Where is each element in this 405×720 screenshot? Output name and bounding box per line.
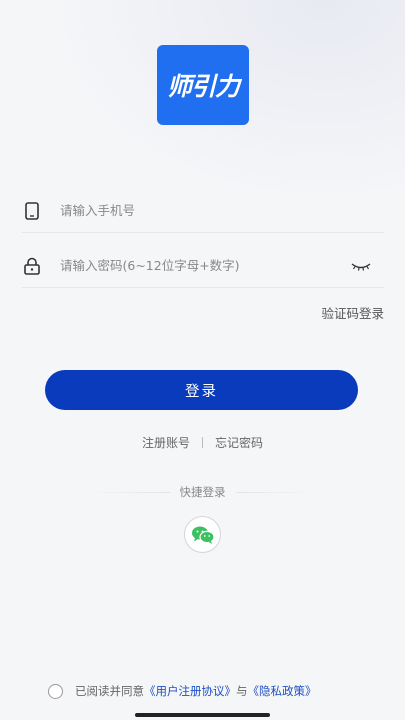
agreement-radio[interactable] [48,683,63,699]
app-logo: 师引力 [157,45,249,125]
login-button[interactable]: 登录 [45,370,358,410]
agreement-and: 与 [236,684,248,698]
wechat-icon [191,526,215,544]
logo-text: 师引力 [166,72,240,101]
quick-login-label: 快捷登录 [179,485,226,499]
divider-line-right [235,491,315,493]
divider [202,437,203,448]
divider-line-left [90,491,170,493]
wechat-login-button[interactable] [184,516,221,553]
user-agreement-link[interactable]: 《用户注册协议》 [144,683,236,699]
lock-icon [22,256,42,276]
quick-login-divider: 快捷登录 [90,484,315,500]
privacy-policy-link[interactable]: 《隐私政策》 [248,683,317,699]
agreement-prefix: 已阅读并同意 [75,684,144,698]
phone-field [22,189,384,233]
home-indicator[interactable] [135,713,270,717]
password-field [22,244,384,288]
phone-input[interactable] [60,203,384,218]
agreement-row: 已阅读并同意 《用户注册协议》 与 《隐私政策》 [48,683,317,699]
eye-closed-icon[interactable] [350,256,372,276]
forgot-password-link[interactable]: 忘记密码 [215,434,263,451]
register-link[interactable]: 注册账号 [142,434,190,451]
account-links: 注册账号 忘记密码 [0,434,405,451]
password-input[interactable] [60,258,384,273]
sms-login-link[interactable]: 验证码登录 [321,303,384,322]
phone-icon [22,201,42,221]
